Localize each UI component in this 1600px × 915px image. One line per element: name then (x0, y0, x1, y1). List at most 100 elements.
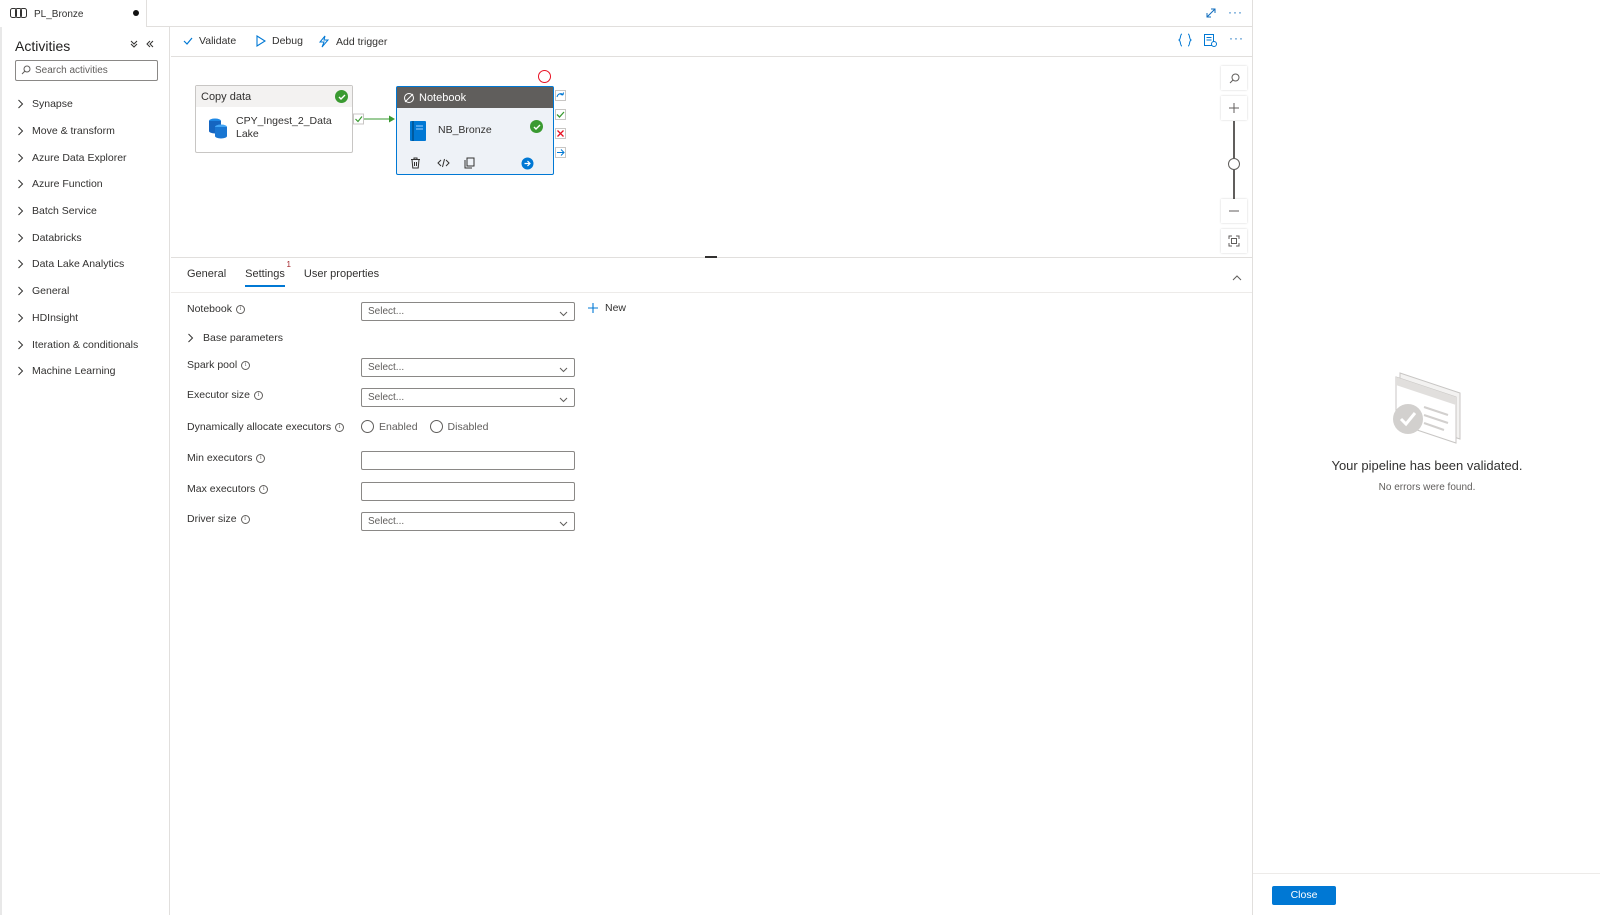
chevron-right-icon (17, 366, 32, 376)
validate-label: Validate (199, 35, 237, 47)
tab-general[interactable]: General (187, 268, 226, 287)
hide-pane-icon[interactable] (145, 39, 155, 52)
new-label: New (605, 302, 627, 314)
chevron-right-icon (17, 179, 32, 189)
tab-user-properties[interactable]: User properties (304, 268, 379, 287)
lightning-icon (318, 35, 330, 48)
activity-group-move-transform[interactable]: Move & transform (17, 118, 138, 145)
expand-icon[interactable] (1205, 7, 1217, 22)
zoom-out-button[interactable] (1221, 199, 1247, 223)
max-executors-label: Max executors (187, 483, 256, 495)
more-options-icon[interactable]: ··· (1228, 5, 1243, 19)
add-trigger-button[interactable]: Add trigger (318, 35, 387, 48)
failure-dependency-icon[interactable] (555, 128, 566, 142)
activity-group-label: Synapse (32, 98, 73, 111)
notebook-header-icon (403, 92, 415, 107)
activity-group-hdinsight[interactable]: HDInsight (17, 305, 138, 332)
completion-dependency-icon[interactable] (555, 147, 566, 161)
chevron-down-icon (559, 365, 568, 376)
search-activities-input[interactable] (35, 63, 153, 78)
document-tab-strip: PL_Bronze ··· (0, 0, 1252, 27)
new-notebook-button[interactable]: New (587, 302, 626, 314)
activity-group-label: Move & transform (32, 125, 115, 138)
flyout-footer-divider (1253, 873, 1600, 874)
settings-error-count: 1 (286, 260, 291, 269)
activity-group-azure-function[interactable]: Azure Function (17, 171, 138, 198)
view-code-icon[interactable] (437, 157, 450, 172)
search-activities-box[interactable] (15, 60, 158, 81)
max-executors-input[interactable] (361, 482, 575, 501)
info-icon: i (256, 453, 266, 463)
chevron-right-icon (17, 340, 32, 350)
notebook-activity[interactable]: Notebook NB_Bronze (396, 86, 554, 175)
notebook-select[interactable]: Select... (361, 302, 575, 321)
info-icon: i (240, 514, 250, 524)
close-button[interactable]: Close (1272, 886, 1336, 905)
success-dependency-connector[interactable] (353, 113, 397, 130)
activity-group-synapse[interactable]: Synapse (17, 91, 138, 118)
info-icon: i (235, 304, 245, 314)
chevron-right-icon (17, 313, 32, 323)
notebook-name: NB_Bronze (438, 124, 492, 136)
zoom-slider-thumb[interactable] (1228, 158, 1240, 170)
disabled-label: Disabled (447, 420, 489, 433)
min-executors-input[interactable] (361, 451, 575, 470)
disabled-radio[interactable]: Disabled (429, 420, 489, 433)
zoom-in-button[interactable] (1221, 96, 1247, 120)
delete-icon[interactable] (410, 157, 421, 172)
chevron-right-icon (187, 333, 203, 343)
clone-icon[interactable] (464, 157, 475, 172)
code-icon[interactable] (1177, 33, 1193, 50)
enabled-label: Enabled (379, 420, 418, 433)
pipeline-tab[interactable]: PL_Bronze (0, 0, 147, 27)
activity-group-databricks[interactable]: Databricks (17, 224, 138, 251)
plus-icon (588, 303, 598, 313)
activity-properties-pane: General Settings 1 User properties Notebo… (171, 258, 1252, 915)
driver-size-select[interactable]: Select... (361, 512, 575, 531)
collapse-all-icon[interactable] (129, 39, 139, 52)
chevron-up-icon[interactable] (1232, 272, 1242, 284)
radio-circle (361, 420, 374, 433)
notebook-icon (409, 120, 427, 145)
canvas-search-button[interactable] (1221, 66, 1247, 90)
success-dependency-icon[interactable] (555, 109, 566, 123)
tabs-divider (171, 292, 1252, 293)
validate-button[interactable]: Validate (183, 35, 236, 47)
skip-dependency-icon[interactable] (555, 90, 566, 104)
min-executors-label: Min executors (187, 452, 253, 464)
pipeline-toolbar: Validate Debug Add trigger ··· (171, 27, 1252, 57)
toolbar-more-icon[interactable]: ··· (1229, 31, 1244, 45)
activity-group-machine-learning[interactable]: Machine Learning (17, 358, 138, 385)
activity-group-iteration-conditionals[interactable]: Iteration & conditionals (17, 331, 138, 358)
executor-size-label: Executor size (187, 389, 251, 401)
executor-size-select[interactable]: Select... (361, 388, 575, 407)
notebook-label: Notebook (187, 303, 232, 315)
activity-groups-list: Synapse Move & transform Azure Data Expl… (17, 91, 138, 385)
activities-pane: Activities Synapse Move & transform Azur… (0, 27, 170, 915)
go-to-notebook-icon[interactable] (521, 157, 534, 173)
activity-group-label: Batch Service (32, 205, 97, 218)
base-parameters-expander[interactable]: Base parameters (187, 332, 283, 344)
info-icon: i (259, 484, 269, 494)
copy-data-activity[interactable]: Copy data CPY_Ingest_2_Data Lake (195, 85, 353, 153)
executor-size-field-label: Executor size i (187, 389, 264, 401)
fit-to-screen-button[interactable] (1221, 229, 1247, 253)
enabled-radio[interactable]: Enabled (361, 420, 418, 433)
chevron-right-icon (17, 233, 32, 243)
activity-group-batch-service[interactable]: Batch Service (17, 198, 138, 225)
pipeline-canvas[interactable]: Copy data CPY_Ingest_2_Data Lake Noteboo… (171, 57, 1252, 258)
error-marker-icon (538, 70, 551, 83)
properties-icon[interactable] (1203, 33, 1217, 50)
copy-data-header: Copy data (196, 86, 352, 107)
spark-pool-select-value: Select... (368, 362, 405, 373)
activity-group-general[interactable]: General (17, 278, 138, 305)
debug-button[interactable]: Debug (255, 35, 303, 47)
tab-settings[interactable]: Settings 1 (245, 260, 291, 287)
activity-group-data-lake-analytics[interactable]: Data Lake Analytics (17, 251, 138, 278)
activity-group-azure-data-explorer[interactable]: Azure Data Explorer (17, 144, 138, 171)
activities-title: Activities (15, 38, 71, 54)
play-icon (256, 35, 266, 47)
activity-group-label: Azure Data Explorer (32, 151, 127, 164)
spark-pool-select[interactable]: Select... (361, 358, 575, 377)
validation-output-panel: Your pipeline has been validated. No err… (1252, 0, 1600, 915)
